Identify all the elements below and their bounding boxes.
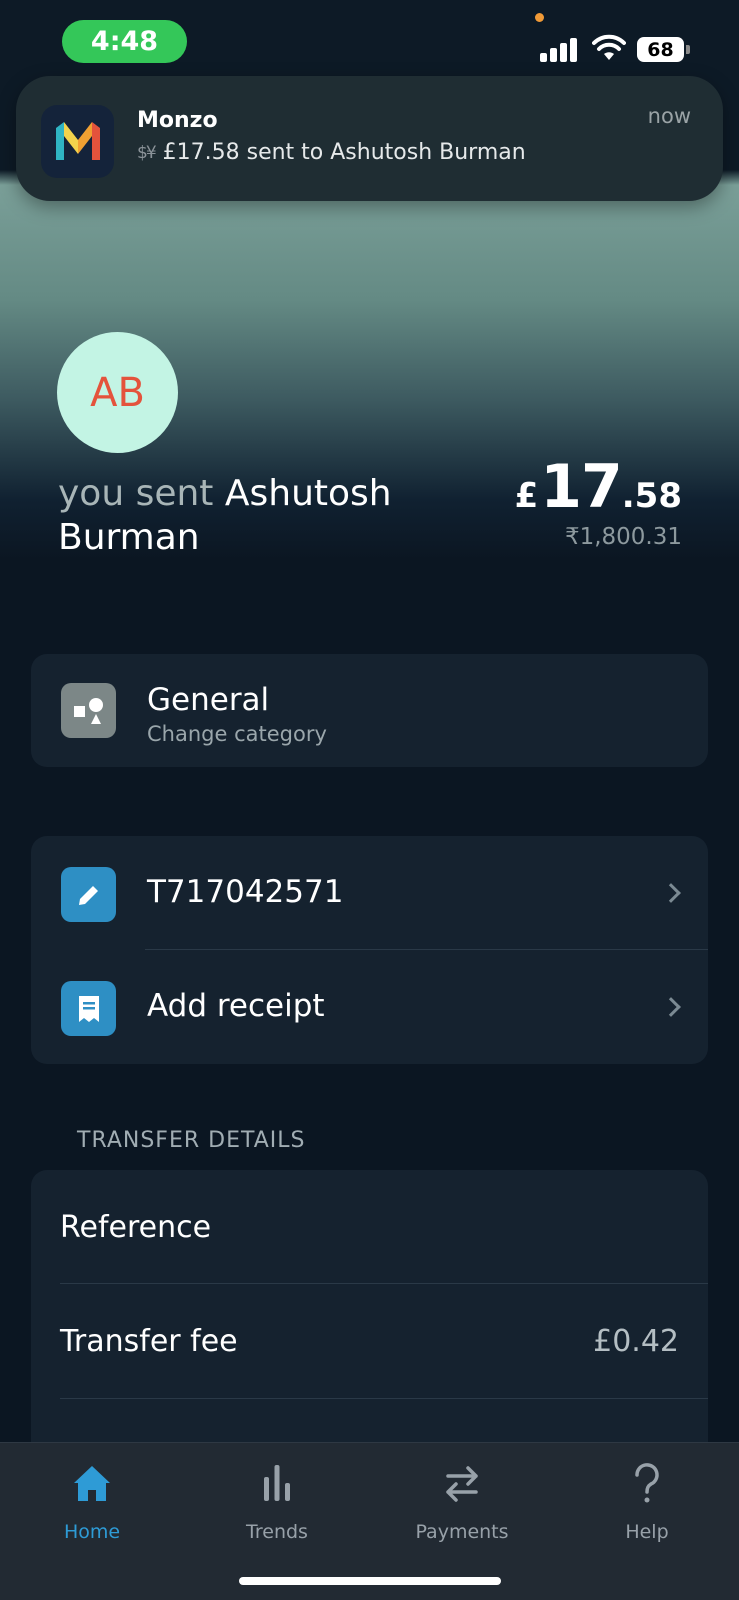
notification-app-name: Monzo (137, 108, 218, 133)
reference-label: T717042571 (147, 874, 344, 910)
monzo-logo-icon (41, 105, 114, 178)
add-receipt-label: Add receipt (147, 988, 325, 1024)
question-icon (635, 1463, 659, 1503)
battery-cap (686, 45, 690, 54)
chevron-right-icon (661, 883, 681, 903)
pencil-icon (61, 867, 116, 922)
transaction-headline: you sent Ashutosh Burman (58, 472, 458, 560)
amount-minor: .58 (621, 476, 682, 516)
tab-label: Payments (415, 1521, 509, 1543)
tab-help[interactable]: Help (577, 1443, 717, 1553)
transfer-arrows-icon (446, 1466, 478, 1502)
privacy-indicator-dot (535, 13, 544, 22)
change-category-link[interactable]: Change category (147, 722, 327, 746)
tab-label: Trends (246, 1521, 308, 1543)
amount-currency: £ (514, 476, 539, 516)
amount-major: 17 (540, 452, 622, 522)
transfer-fee-label: Transfer fee (60, 1324, 238, 1359)
headline-prefix: you sent (58, 473, 214, 514)
currency-exchange-icon: $¥ (137, 142, 157, 163)
transaction-amount: £ 17 .58 (515, 452, 682, 522)
reference-note-row[interactable]: T717042571 (31, 836, 708, 950)
notification-message: $¥ £17.58 sent to Ashutosh Burman (137, 140, 526, 165)
tab-label: Home (63, 1521, 121, 1543)
chevron-right-icon (661, 997, 681, 1017)
reference-detail-label: Reference (60, 1210, 212, 1245)
tab-home[interactable]: Home (22, 1443, 162, 1553)
status-bar: 4:48 68 (0, 0, 739, 80)
cellular-signal-icon (540, 36, 580, 62)
add-receipt-row[interactable]: Add receipt (31, 950, 708, 1064)
tab-trends[interactable]: Trends (207, 1443, 347, 1553)
tab-payments[interactable]: Payments (392, 1443, 532, 1553)
local-currency-amount: ₹1,800.31 (564, 524, 682, 550)
tab-label: Help (625, 1521, 669, 1543)
receipt-icon (61, 981, 116, 1036)
actions-card: T717042571 Add receipt (31, 836, 708, 1064)
shapes-icon (61, 683, 116, 738)
transfer-fee-value: £0.42 (593, 1324, 679, 1359)
payee-avatar[interactable]: AB (57, 332, 178, 453)
notification-text: £17.58 sent to Ashutosh Burman (162, 140, 526, 165)
transfer-details-card: Reference Transfer fee £0.42 (31, 1170, 708, 1470)
category-title: General (147, 682, 270, 718)
bar-chart-icon (264, 1465, 290, 1501)
home-indicator[interactable] (239, 1577, 501, 1585)
row-divider (60, 1283, 708, 1284)
home-icon (74, 1466, 110, 1501)
wifi-icon (592, 34, 626, 60)
category-card[interactable]: General Change category (31, 654, 708, 767)
notification-banner[interactable]: Monzo $¥ £17.58 sent to Ashutosh Burman … (16, 76, 723, 201)
battery-icon: 68 (637, 37, 684, 62)
status-time[interactable]: 4:48 (62, 20, 187, 63)
transfer-details-heading: TRANSFER DETAILS (77, 1128, 306, 1153)
notification-time: now (647, 104, 691, 128)
row-divider (60, 1398, 708, 1399)
